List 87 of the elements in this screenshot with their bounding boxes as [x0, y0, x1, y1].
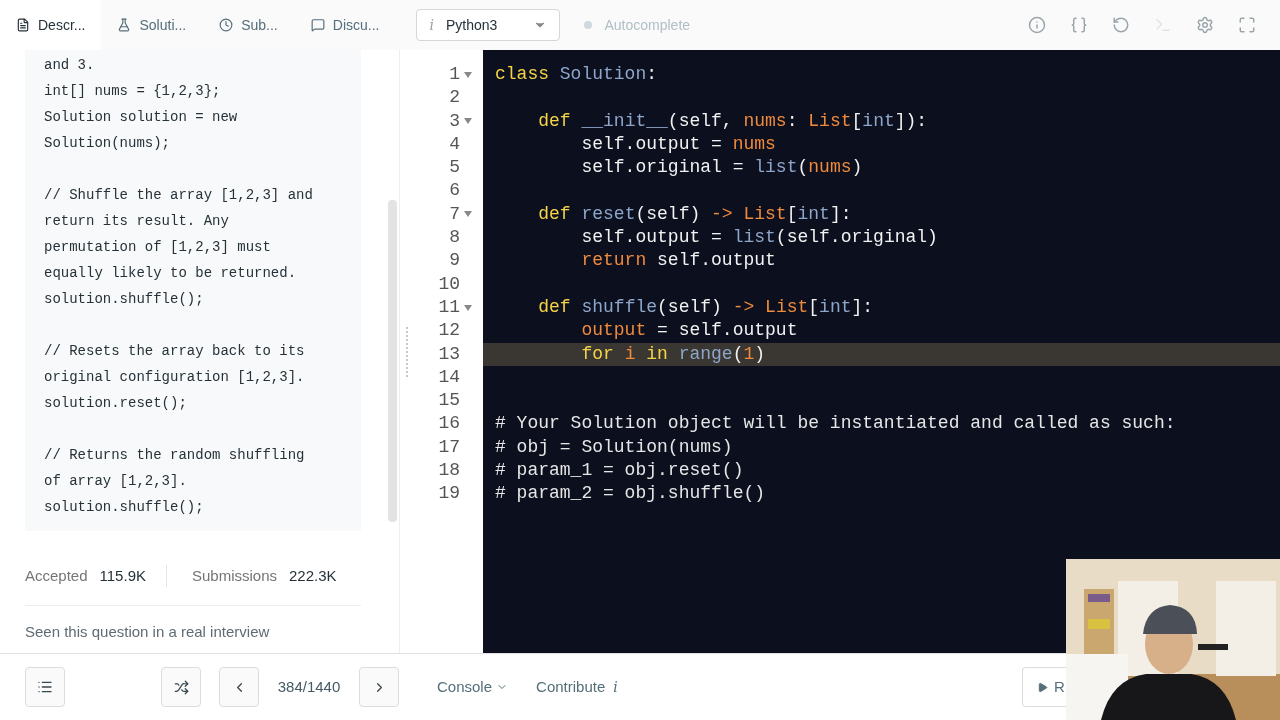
code-line: def shuffle(self) -> List[int]:: [537, 296, 874, 317]
line-number: 17: [437, 435, 460, 459]
code-line: def __init__(self, nums: List[int]):: [537, 110, 928, 131]
code-line: // Shuffle the array [1,2,3] and: [44, 186, 314, 205]
shuffle-icon: [173, 679, 189, 695]
line-number: 6: [448, 179, 460, 203]
fold-arrow-icon[interactable]: [464, 118, 472, 125]
code-line: solution.shuffle();: [44, 498, 205, 517]
fold-arrow-icon[interactable]: [464, 211, 472, 218]
interview-link[interactable]: Seen this question in a real interview: [25, 623, 270, 640]
code-line: of array [1,2,3].: [44, 472, 188, 491]
line-number: 7: [448, 202, 460, 226]
problem-counter: 384/1440: [276, 676, 342, 697]
next-button[interactable]: [359, 667, 399, 707]
code-line: self.output = list(self.original): [580, 227, 938, 248]
code-line: return self.output: [580, 250, 776, 271]
fullscreen-icon[interactable]: [1238, 16, 1256, 34]
line-number: 18: [437, 459, 460, 483]
play-icon: [1037, 681, 1048, 693]
document-icon: [16, 18, 30, 32]
tab[interactable]: Descr...: [0, 0, 102, 50]
stat-value: 222.3K: [289, 565, 337, 586]
code-line: Solution(nums);: [44, 134, 172, 153]
line-number: 13: [437, 342, 460, 366]
code-line: // Resets the array back to its: [44, 342, 306, 361]
code-line: output = self.output: [580, 320, 798, 341]
code-line: class Solution:: [495, 64, 658, 84]
clock-icon: [219, 18, 234, 32]
code-line: self.output = nums: [580, 133, 776, 154]
line-number: 11: [437, 295, 460, 319]
stat-label: Accepted: [25, 565, 88, 586]
line-number: 14: [437, 365, 460, 389]
code-editor[interactable]: [483, 50, 1280, 653]
code-line: and 3.: [44, 56, 96, 75]
info-glyph: i: [429, 15, 434, 35]
code-line: int[] nums = {1,2,3};: [44, 82, 222, 101]
line-number: 9: [448, 249, 460, 273]
code-line: # Your Solution object will be instantiated and called as such:: [495, 413, 1176, 434]
braces-icon[interactable]: [1070, 16, 1088, 34]
line-number: 1: [448, 63, 460, 86]
settings-icon[interactable]: [1196, 16, 1214, 34]
code-line: def reset(self) -> List[int]:: [537, 203, 852, 224]
code-line: for i in range(1): [580, 343, 766, 364]
problem-list-button[interactable]: [25, 667, 65, 707]
list-icon: [37, 679, 53, 695]
previous-button[interactable]: [219, 667, 259, 707]
line-number: 2: [448, 86, 460, 110]
info-icon[interactable]: [1028, 16, 1046, 34]
code-line: # param_1 = obj.reset(): [495, 460, 744, 481]
line-number: 19: [437, 482, 460, 506]
tab[interactable]: Sub...: [203, 0, 295, 50]
language-select[interactable]: i Python3: [416, 9, 561, 41]
code-line: original configuration [1,2,3].: [44, 368, 306, 387]
code-line: // Returns the random shuffling: [44, 446, 306, 465]
scrollbar[interactable]: [388, 200, 397, 522]
line-number: 12: [437, 319, 460, 343]
fold-arrow-icon[interactable]: [464, 71, 472, 78]
line-number: 16: [437, 412, 460, 436]
language-value: Python3: [445, 15, 498, 35]
code-line: permutation of [1,2,3] must: [44, 238, 272, 257]
code-line: # param_2 = obj.shuffle(): [495, 483, 766, 504]
flask-icon: [117, 18, 132, 32]
run-button[interactable]: R: [1022, 667, 1066, 707]
contribute-button[interactable]: Contribute i: [536, 675, 618, 699]
tab[interactable]: Soluti...: [101, 0, 204, 50]
tab[interactable]: Discu...: [294, 0, 397, 50]
line-number: 15: [437, 389, 460, 413]
stat-value: 115.9K: [99, 565, 146, 586]
shuffle-button[interactable]: [161, 667, 201, 707]
chat-icon: [310, 18, 325, 32]
line-number: 5: [448, 156, 460, 180]
code-line: solution.shuffle();: [44, 290, 205, 309]
code-line: self.original = list(nums): [580, 157, 863, 178]
resize-handle[interactable]: [405, 326, 408, 377]
stat-label: Submissions: [192, 565, 278, 586]
line-number: 3: [448, 109, 460, 133]
line-number: 8: [448, 226, 460, 250]
code-line: equally likely to be returned.: [44, 264, 298, 283]
code-line: solution.reset();: [44, 394, 188, 413]
line-number: 10: [437, 272, 460, 296]
code-line: return its result. Any: [44, 212, 230, 231]
fold-arrow-icon[interactable]: [464, 304, 472, 311]
code-line: Solution solution = new: [44, 108, 239, 127]
undo-icon[interactable]: [1112, 16, 1130, 34]
code-line: # obj = Solution(nums): [495, 436, 733, 457]
line-number: 4: [448, 132, 460, 156]
console-button[interactable]: Console: [437, 675, 509, 699]
